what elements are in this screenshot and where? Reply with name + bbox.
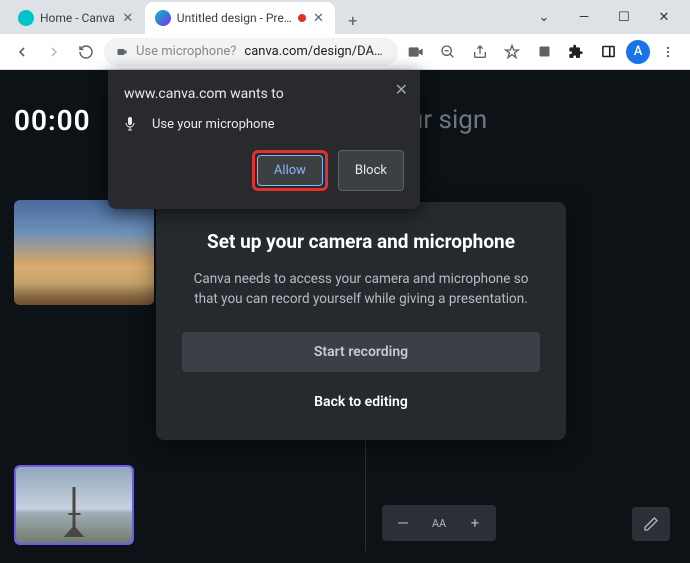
pencil-icon — [643, 516, 659, 532]
permission-text: Use your microphone — [152, 117, 275, 132]
slide-thumbnail-selected[interactable] — [14, 465, 134, 545]
browser-toolbar: Use microphone? canva.com/design/DA… A — [0, 34, 690, 70]
font-increase-button[interactable]: + — [458, 509, 492, 537]
new-tab-button[interactable]: + — [339, 6, 367, 34]
font-size-label: AA — [422, 509, 456, 537]
share-icon[interactable] — [466, 38, 494, 66]
recording-timer: 00:00 — [14, 104, 91, 137]
start-recording-button[interactable]: Start recording — [182, 332, 540, 372]
close-tab-icon[interactable]: ✕ — [312, 11, 325, 25]
allow-button[interactable]: Allow — [257, 155, 323, 186]
tab-untitled-design[interactable]: Untitled design - Presen ✕ — [145, 2, 335, 34]
permission-dialog: ✕ www.canva.com wants to Use your microp… — [108, 70, 420, 209]
close-dialog-button[interactable]: ✕ — [395, 80, 408, 99]
permission-buttons: Allow Block — [124, 150, 404, 191]
tab-strip: Home - Canva ✕ Untitled design - Presen … — [0, 2, 367, 34]
reload-button[interactable] — [72, 38, 100, 66]
vertical-divider — [365, 430, 366, 551]
minimize-button[interactable]: — — [564, 4, 604, 30]
profile-avatar[interactable]: A — [626, 40, 650, 64]
canva-favicon-icon — [18, 10, 34, 26]
close-window-button[interactable]: ✕ — [644, 4, 684, 30]
chevron-down-icon[interactable]: ⌄ — [524, 4, 564, 30]
font-decrease-button[interactable]: — — [386, 509, 420, 537]
puzzle-icon[interactable] — [562, 38, 590, 66]
forward-button[interactable] — [40, 38, 68, 66]
close-tab-icon[interactable]: ✕ — [121, 11, 135, 25]
edit-notes-button[interactable] — [632, 507, 670, 541]
recording-indicator-icon — [298, 14, 306, 22]
maximize-button[interactable]: ☐ — [604, 4, 644, 30]
microphone-icon — [124, 116, 140, 132]
camera-indicator-icon[interactable] — [402, 38, 430, 66]
tab-home-canva[interactable]: Home - Canva ✕ — [8, 2, 145, 34]
zoom-icon[interactable] — [434, 38, 462, 66]
canva-favicon-icon — [155, 10, 171, 26]
modal-body: Canva needs to access your camera and mi… — [182, 269, 540, 310]
tab-title: Untitled design - Presen — [177, 11, 292, 25]
block-button[interactable]: Block — [338, 150, 404, 191]
sidepanel-icon[interactable] — [594, 38, 622, 66]
url-text: canva.com/design/DA… — [244, 44, 382, 59]
slide-preview-large[interactable] — [14, 200, 154, 305]
menu-icon[interactable] — [654, 38, 682, 66]
bookmark-icon[interactable] — [498, 38, 526, 66]
setup-modal: Set up your camera and microphone Canva … — [156, 202, 566, 440]
back-to-editing-button[interactable]: Back to editing — [182, 388, 540, 416]
back-button[interactable] — [8, 38, 36, 66]
allow-highlight: Allow — [252, 150, 328, 191]
extension-icon[interactable] — [530, 38, 558, 66]
tab-title: Home - Canva — [40, 11, 115, 25]
permission-row: Use your microphone — [124, 116, 404, 132]
permission-title: www.canva.com wants to — [124, 86, 404, 102]
window-titlebar: Home - Canva ✕ Untitled design - Presen … — [0, 0, 690, 34]
permission-hint: Use microphone? — [136, 44, 236, 59]
modal-heading: Set up your camera and microphone — [182, 230, 540, 253]
camera-icon — [116, 46, 128, 58]
address-bar[interactable]: Use microphone? canva.com/design/DA… — [104, 38, 398, 66]
font-size-controls: — AA + — [382, 505, 496, 541]
window-controls: ⌄ — ☐ ✕ — [524, 4, 684, 30]
